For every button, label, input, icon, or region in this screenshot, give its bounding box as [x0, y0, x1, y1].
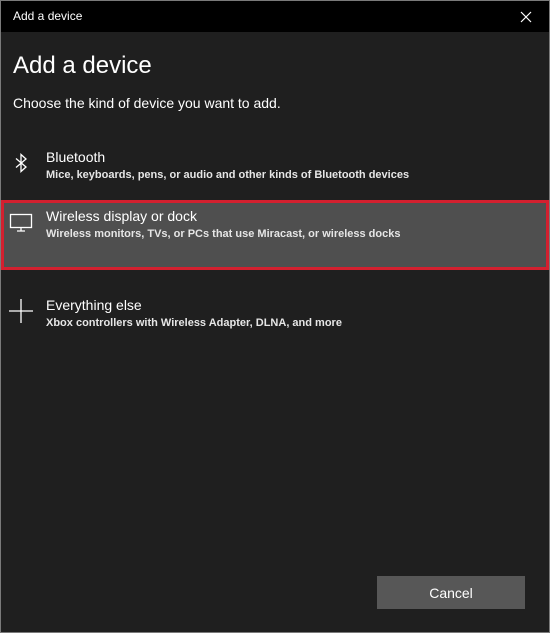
title-bar: Add a device: [1, 1, 549, 32]
option-description: Wireless monitors, TVs, or PCs that use …: [46, 228, 401, 240]
bluetooth-icon: [15, 153, 27, 173]
option-title: Wireless display or dock: [46, 208, 197, 224]
option-title: Bluetooth: [46, 149, 106, 165]
plus-icon: [9, 299, 33, 323]
option-description: Mice, keyboards, pens, or audio and othe…: [46, 169, 410, 181]
monitor-icon: [9, 213, 33, 232]
cancel-button[interactable]: Cancel: [377, 576, 525, 609]
page-subtitle: Choose the kind of device you want to ad…: [13, 95, 281, 111]
page-title: Add a device: [13, 52, 152, 79]
option-description: Xbox controllers with Wireless Adapter, …: [46, 317, 342, 329]
window-title: Add a device: [13, 9, 83, 23]
option-title: Everything else: [46, 297, 142, 313]
option-wireless-display[interactable]: Wireless display or dock Wireless monito…: [1, 200, 549, 270]
add-device-dialog: Add a device Add a device Choose the kin…: [0, 0, 550, 633]
option-everything-else[interactable]: Everything else Xbox controllers with Wi…: [1, 289, 549, 359]
close-icon: [520, 11, 532, 22]
close-button[interactable]: [503, 1, 549, 32]
